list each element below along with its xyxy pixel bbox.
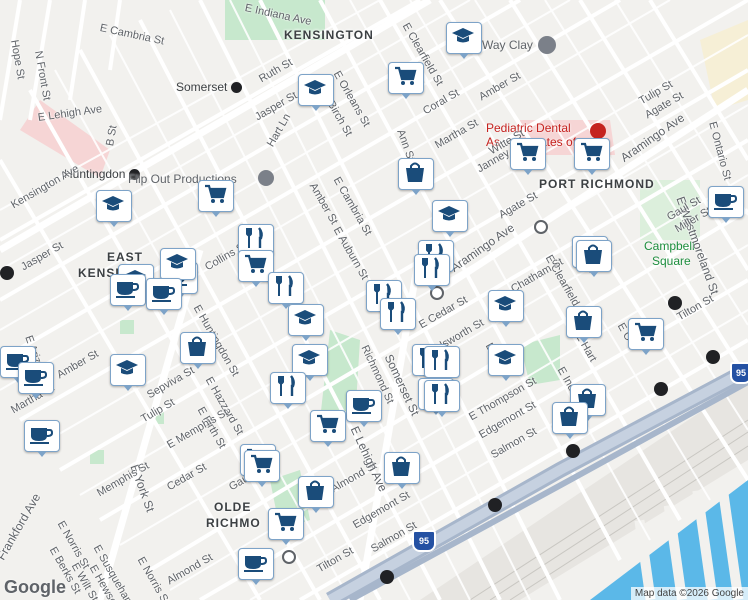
shop-icon[interactable]	[538, 36, 556, 54]
rail-station-icon[interactable]	[706, 350, 720, 364]
poi-marker-school[interactable]	[446, 22, 482, 59]
poi-marker-coffee[interactable]	[18, 362, 54, 399]
poi-marker-cart[interactable]	[628, 318, 664, 355]
bus-stop-icon[interactable]	[282, 550, 296, 564]
poi-marker-coffee[interactable]	[708, 186, 744, 223]
poi-marker-school[interactable]	[432, 200, 468, 237]
poi-marker-bag[interactable]	[298, 476, 334, 513]
rail-station-icon[interactable]	[654, 382, 668, 396]
poi-marker-cart[interactable]	[574, 138, 610, 175]
rail-station-icon	[230, 82, 242, 94]
poi-marker-school[interactable]	[298, 74, 334, 111]
poi-marker-bag[interactable]	[180, 332, 216, 369]
interstate-shield-i95-b: 95	[730, 362, 748, 384]
station-somerset: Somerset	[176, 80, 242, 94]
poi-marker-cart[interactable]	[310, 410, 346, 447]
poi-marker-coffee[interactable]	[346, 390, 382, 427]
poi-marker-coffee[interactable]	[238, 548, 274, 585]
poi-marker-fork[interactable]	[268, 272, 304, 309]
google-logo[interactable]: Google	[4, 577, 66, 598]
place-port-richmond: PORT RICHMOND	[539, 177, 655, 191]
poi-marker-fork[interactable]	[380, 298, 416, 335]
medical-icon[interactable]	[590, 123, 606, 139]
poi-marker-cart[interactable]	[268, 508, 304, 545]
place-kensington: KENSINGTON	[284, 28, 374, 42]
map-attribution[interactable]: Map data ©2026 Google	[630, 587, 748, 600]
poi-marker-coffee[interactable]	[24, 420, 60, 457]
poi-marker-bag[interactable]	[398, 158, 434, 195]
rail-station-icon[interactable]	[380, 570, 394, 584]
park-campbell-square-line2[interactable]: Square	[652, 254, 691, 268]
poi-way-clay[interactable]: Way Clay	[482, 38, 533, 52]
camera-icon[interactable]	[258, 170, 274, 186]
poi-marker-fork[interactable]	[414, 254, 450, 291]
poi-marker-fork[interactable]	[424, 380, 460, 417]
poi-marker-bag[interactable]	[576, 240, 612, 277]
rail-station-icon[interactable]	[0, 266, 14, 280]
poi-marker-coffee[interactable]	[146, 278, 182, 315]
rail-station-icon[interactable]	[668, 296, 682, 310]
place-olde-richmond-line1: OLDE	[214, 500, 252, 514]
poi-marker-school[interactable]	[96, 190, 132, 227]
bus-stop-icon[interactable]	[534, 220, 548, 234]
place-olde-richmond-line2: RICHMO	[206, 516, 261, 530]
poi-marker-fork[interactable]	[270, 372, 306, 409]
poi-marker-fork[interactable]	[424, 346, 460, 383]
poi-marker-school[interactable]	[288, 304, 324, 341]
poi-pediatric-dental-line1[interactable]: Pediatric Dental	[486, 121, 571, 135]
poi-marker-school[interactable]	[110, 354, 146, 391]
poi-marker-cart[interactable]	[244, 450, 280, 487]
map-canvas[interactable]: KENSINGTON PORT RICHMOND EAST KENSI OLDE…	[0, 0, 748, 600]
poi-marker-cart[interactable]	[198, 180, 234, 217]
poi-marker-bag[interactable]	[566, 306, 602, 343]
poi-marker-bag[interactable]	[552, 402, 588, 439]
poi-marker-bag[interactable]	[384, 452, 420, 489]
interstate-shield-i95-a: 95	[412, 530, 436, 552]
poi-marker-school[interactable]	[160, 248, 196, 285]
rail-station-icon[interactable]	[488, 498, 502, 512]
poi-marker-cart[interactable]	[388, 62, 424, 99]
poi-marker-school[interactable]	[488, 290, 524, 327]
poi-marker-coffee[interactable]	[110, 274, 146, 311]
rail-station-icon[interactable]	[566, 444, 580, 458]
place-east-kensington-line1: EAST	[107, 250, 144, 264]
poi-marker-school[interactable]	[488, 344, 524, 381]
poi-marker-cart[interactable]	[510, 138, 546, 175]
park-campbell-square-line1[interactable]: Campbell	[644, 239, 695, 253]
